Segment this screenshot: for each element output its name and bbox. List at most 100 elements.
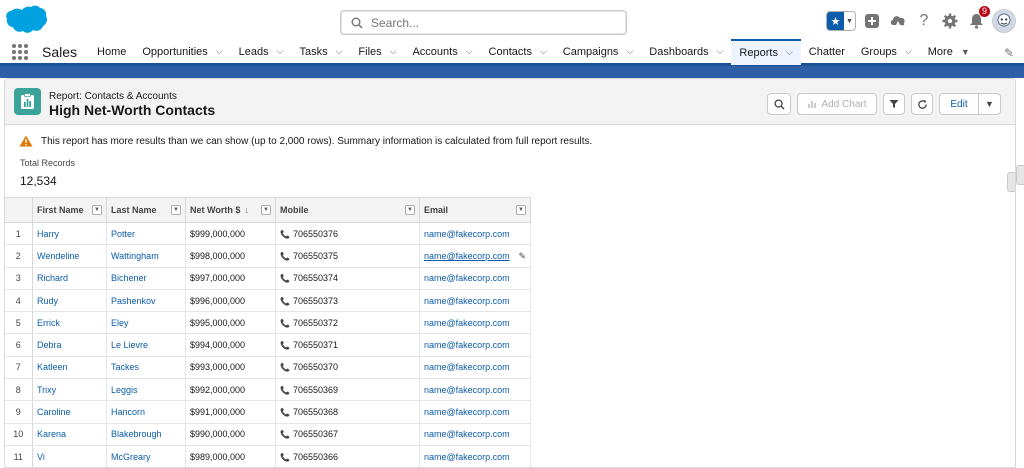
first-name-link[interactable]: Katleen xyxy=(32,356,107,380)
column-header-net-worth[interactable]: Net Worth $ ↓ ▼ xyxy=(185,197,276,223)
filter-button[interactable] xyxy=(883,93,905,115)
notifications-bell-icon[interactable]: 9 xyxy=(966,6,990,31)
global-search[interactable] xyxy=(340,10,627,35)
mobile-cell[interactable]: 📞 706550368 xyxy=(275,400,420,424)
nav-item-files[interactable]: Files ⌵ xyxy=(350,39,404,65)
column-menu-chevron-icon[interactable]: ▼ xyxy=(171,205,181,215)
mobile-cell[interactable]: 📞 706550375 xyxy=(275,244,420,268)
chevron-down-icon[interactable]: ⌵ xyxy=(717,46,724,57)
chevron-down-icon[interactable]: ▼ xyxy=(844,18,855,25)
nav-item-home[interactable]: Home xyxy=(89,39,134,65)
column-header-last-name[interactable]: Last Name ▼ xyxy=(106,197,186,223)
nav-item-opportunities[interactable]: Opportunities ⌵ xyxy=(134,39,230,65)
mobile-cell[interactable]: 📞 706550376 xyxy=(275,222,420,246)
add-chart-button[interactable]: Add Chart xyxy=(797,93,877,115)
last-name-link[interactable]: Leggis xyxy=(106,378,186,402)
mobile-cell[interactable]: 📞 706550367 xyxy=(275,423,420,446)
first-name-link[interactable]: Wendeline xyxy=(32,244,107,268)
chevron-down-icon[interactable]: ⌵ xyxy=(540,46,547,57)
nav-item-chatter[interactable]: Chatter xyxy=(801,39,853,65)
chevron-down-icon[interactable]: ⌵ xyxy=(336,46,343,57)
last-name-link[interactable]: Blakebrough xyxy=(106,423,186,446)
chevron-down-icon[interactable]: ⌵ xyxy=(626,46,633,57)
first-name-link[interactable]: Richard xyxy=(32,267,107,290)
nav-item-accounts[interactable]: Accounts ⌵ xyxy=(404,39,480,65)
edit-nav-pencil-icon[interactable]: ✎ xyxy=(1004,46,1014,60)
email-link[interactable]: name@fakecorp.com xyxy=(419,378,531,402)
chevron-down-icon[interactable]: ⌵ xyxy=(905,46,912,57)
last-name-link[interactable]: Bichener xyxy=(106,267,186,290)
mobile-cell[interactable]: 📞 706550370 xyxy=(275,356,420,380)
email-link[interactable]: name@fakecorp.com xyxy=(419,333,531,357)
chevron-down-icon[interactable]: ▼ xyxy=(961,47,970,57)
email-link[interactable]: name@fakecorp.com xyxy=(419,356,531,380)
mobile-cell[interactable]: 📞 706550373 xyxy=(275,289,420,313)
global-actions-icon[interactable] xyxy=(862,11,882,31)
email-link[interactable]: name@fakecorp.com xyxy=(419,423,531,446)
mobile-cell[interactable]: 📞 706550374 xyxy=(275,267,420,290)
email-link[interactable]: name@fakecorp.com xyxy=(419,289,531,313)
chevron-down-icon[interactable]: ⌵ xyxy=(390,46,397,57)
mobile-cell[interactable]: 📞 706550371 xyxy=(275,333,420,357)
first-name-link[interactable]: Errick xyxy=(32,311,107,335)
first-name-link[interactable]: Debra xyxy=(32,333,107,357)
panel-toggle-handle[interactable] xyxy=(1007,172,1015,192)
nav-item-more[interactable]: More ▼ xyxy=(920,39,978,65)
favorites-button[interactable]: ★ ▼ xyxy=(826,11,856,31)
first-name-link[interactable]: Caroline xyxy=(32,400,107,424)
last-name-link[interactable]: Hancorn xyxy=(106,400,186,424)
column-menu-chevron-icon[interactable]: ▼ xyxy=(92,205,102,215)
app-launcher-icon[interactable] xyxy=(12,43,28,60)
first-name-link[interactable]: Trixy xyxy=(32,378,107,402)
chevron-down-icon[interactable]: ⌵ xyxy=(786,47,793,58)
column-header-email[interactable]: Email ▼ xyxy=(419,197,531,223)
nav-item-contacts[interactable]: Contacts ⌵ xyxy=(481,39,555,65)
last-name-link[interactable]: Wattingham xyxy=(106,244,186,268)
column-header-mobile[interactable]: Mobile ▼ xyxy=(275,197,420,223)
chevron-down-icon[interactable]: ⌵ xyxy=(216,46,223,57)
user-avatar[interactable] xyxy=(992,9,1016,33)
nav-item-leads[interactable]: Leads ⌵ xyxy=(231,39,292,65)
first-name-link[interactable]: Rudy xyxy=(32,289,107,313)
column-menu-chevron-icon[interactable]: ▼ xyxy=(261,205,271,215)
more-actions-dropdown[interactable]: ▼ xyxy=(978,93,1001,115)
column-header-first-name[interactable]: First Name ▼ xyxy=(32,197,107,223)
first-name-link[interactable]: Harry xyxy=(32,222,107,246)
help-icon[interactable]: ? xyxy=(914,11,934,31)
column-menu-chevron-icon[interactable]: ▼ xyxy=(516,205,526,215)
nav-item-dashboards[interactable]: Dashboards ⌵ xyxy=(641,39,731,65)
mobile-cell[interactable]: 📞 706550372 xyxy=(275,311,420,335)
first-name-link[interactable]: Vi xyxy=(32,445,107,467)
last-name-link[interactable]: McGreary xyxy=(106,445,186,467)
nav-item-tasks[interactable]: Tasks ⌵ xyxy=(291,39,350,65)
inline-edit-pencil-icon[interactable]: ✎ xyxy=(518,251,526,262)
email-link[interactable]: name@fakecorp.com xyxy=(419,400,531,424)
mobile-cell[interactable]: 📞 706550366 xyxy=(275,445,420,467)
trailhead-icon[interactable] xyxy=(888,11,908,31)
edit-button[interactable]: Edit xyxy=(939,93,979,115)
chevron-down-icon[interactable]: ⌵ xyxy=(277,46,284,57)
refresh-button[interactable] xyxy=(911,93,933,115)
email-link[interactable]: name@fakecorp.com xyxy=(419,311,531,335)
last-name-link[interactable]: Potter xyxy=(106,222,186,246)
search-report-button[interactable] xyxy=(767,93,791,115)
side-panel-collapse-handle[interactable] xyxy=(1016,165,1024,185)
nav-item-groups[interactable]: Groups ⌵ xyxy=(853,39,920,65)
last-name-link[interactable]: Tackes xyxy=(106,356,186,380)
first-name-link[interactable]: Karena xyxy=(32,423,107,446)
salesforce-cloud-logo[interactable] xyxy=(4,5,48,36)
email-link[interactable]: name@fakecorp.com xyxy=(419,445,531,467)
email-link[interactable]: name@fakecorp.com xyxy=(419,267,531,290)
last-name-link[interactable]: Pashenkov xyxy=(106,289,186,313)
email-link[interactable]: name@fakecorp.com ✎ xyxy=(419,244,531,268)
last-name-link[interactable]: Eley xyxy=(106,311,186,335)
email-link[interactable]: name@fakecorp.com xyxy=(419,222,531,246)
nav-item-reports[interactable]: Reports ⌵ xyxy=(731,38,801,65)
setup-gear-icon[interactable] xyxy=(940,11,960,31)
chevron-down-icon[interactable]: ⌵ xyxy=(466,46,473,57)
mobile-cell[interactable]: 📞 706550369 xyxy=(275,378,420,402)
last-name-link[interactable]: Le Lievre xyxy=(106,333,186,357)
column-menu-chevron-icon[interactable]: ▼ xyxy=(405,205,415,215)
search-input[interactable] xyxy=(371,15,611,30)
nav-item-campaigns[interactable]: Campaigns ⌵ xyxy=(555,39,641,65)
